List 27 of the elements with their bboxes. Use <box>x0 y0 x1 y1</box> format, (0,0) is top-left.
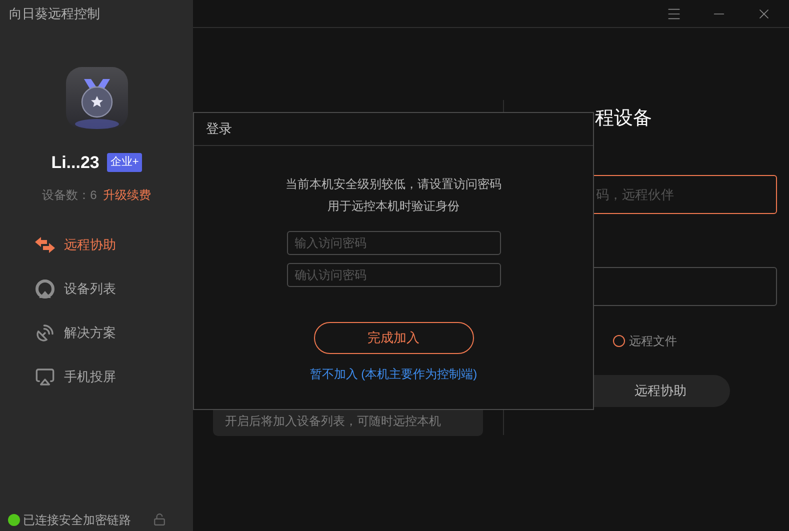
nav-item[interactable]: 远程协助 <box>34 235 193 255</box>
nav-item[interactable]: 设备列表 <box>34 279 193 299</box>
swap-arrows-icon <box>34 236 56 254</box>
unlock-icon[interactable] <box>153 513 166 526</box>
nav-item[interactable]: 解决方案 <box>34 323 193 343</box>
satellite-dish-icon <box>35 323 55 343</box>
confirm-button[interactable]: 完成加入 <box>314 322 474 354</box>
enterprise-badge: 企业+ <box>107 153 142 172</box>
nav-item[interactable]: 手机投屏 <box>34 367 193 387</box>
device-count: 设备数：6 <box>42 187 97 204</box>
dialog-title: 登录 <box>206 120 232 138</box>
skip-link[interactable]: 暂不加入 (本机主要作为控制端) <box>310 365 478 383</box>
window-title: 向日葵远程控制 <box>8 5 101 23</box>
section-title: 程设备 <box>595 106 652 131</box>
device-list-icon <box>35 279 55 299</box>
status-text: 已连接安全加密链路 <box>23 512 131 528</box>
user-name: Li...23 <box>51 152 100 174</box>
dialog-message: 当前本机安全级别较低，请设置访问密码 <box>286 176 502 193</box>
confirm-password-input[interactable]: 确认访问密码 <box>286 263 500 287</box>
screen-cast-icon <box>35 367 55 387</box>
info-text: 开启后将加入设备列表，可随时远控本机 <box>225 414 441 428</box>
password-input[interactable]: 输入访问密码 <box>286 231 500 255</box>
radio-button[interactable] <box>613 335 625 347</box>
dialog-message: 用于远控本机时验证身份 <box>328 198 460 215</box>
medal-app-icon <box>64 66 128 130</box>
radio-label: 远程文件 <box>629 333 677 350</box>
upgrade-link[interactable]: 升级续费 <box>102 186 151 204</box>
